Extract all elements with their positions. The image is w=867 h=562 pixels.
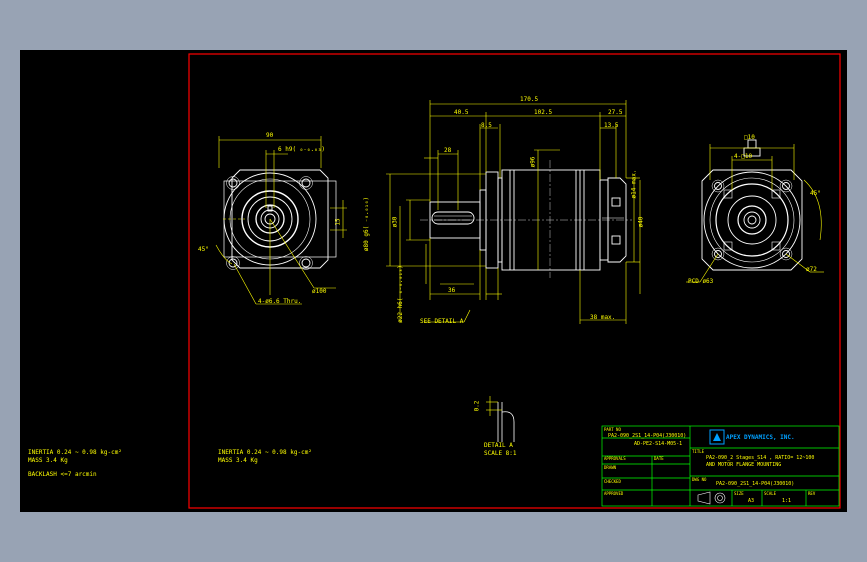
tb-scale: 1:1: [782, 498, 792, 504]
front-dim-top: 90: [266, 132, 274, 139]
side-dim-left: 40.5: [454, 109, 469, 116]
detail-scale: SCALE 8:1: [484, 450, 517, 457]
tb-dwg-label: DWG NO: [692, 477, 707, 482]
tb-checked-label: CHECKED: [604, 479, 621, 484]
side-dim-flange: ø80 g6( ₋₀.₀₁₀): [363, 196, 371, 252]
tb-part-no-label: PART NO: [604, 427, 621, 432]
front-view-dimensions: [215, 136, 347, 305]
side-dim-key-len: 28: [444, 147, 452, 154]
front-dim-angle: 45°: [198, 246, 209, 253]
rear-dim-outer: ø72: [806, 266, 817, 273]
tb-title-2: AND MOTOR FLANGE MOUNTING: [706, 462, 782, 468]
front-dim-pcd: ø100: [312, 288, 327, 295]
side-dim-overall: 170.5: [520, 96, 539, 103]
tb-approvals-label: APPROVALS: [604, 456, 626, 461]
tb-size-label: SIZE: [734, 491, 744, 496]
left-backlash-note: BACKLASH <=7 arcmin: [28, 471, 97, 478]
company-logo: [709, 429, 725, 445]
side-dim-bore: ø30: [391, 216, 399, 228]
side-detail-ref: SEE DETAIL A: [420, 318, 464, 325]
shaft-key: [431, 211, 475, 225]
front-flange-outline: [231, 169, 329, 269]
rear-dim-top: □10: [744, 134, 755, 141]
tb-date-label: DATE: [654, 456, 664, 461]
tb-rev-label: REV: [808, 491, 816, 496]
front-bolt-hole: [301, 258, 311, 268]
side-dim-mid: 102.5: [534, 109, 553, 116]
side-view-dimensions: [386, 100, 641, 324]
tb-dwg-no: PA2-090_2S1_14-P04(J30010): [716, 481, 795, 487]
left-mass-note: MASS 3.4 Kg: [28, 457, 68, 464]
detail-dim: 0.2: [473, 400, 481, 412]
tb-part-no-1: PA2-090_2S1_14-P04(J30010): [608, 433, 687, 439]
front-dim-right: 15: [334, 218, 342, 226]
cad-canvas[interactable]: INERTIA 0.24 ~ 0.98 kg-cm² MASS 3.4 Kg B…: [20, 50, 847, 512]
tb-approved-label: APPROVED: [604, 491, 624, 496]
rear-dim-angle: 45°: [810, 190, 821, 197]
side-dim-small-b: 13.5: [604, 122, 619, 129]
tb-part-no-2: AD-PE2-S14-M05-1: [634, 441, 683, 447]
front-dim-key: 6 h9( ₀₋₀.₀₃): [278, 146, 325, 153]
rear-dim-width: 4-□10: [734, 153, 753, 160]
tb-drawn-label: DRAWN: [604, 465, 617, 470]
tb-scale-label: SCALE: [764, 491, 777, 496]
side-dim-right: 27.5: [608, 109, 623, 116]
cad-drawing: [188, 53, 841, 509]
side-dim-input-len: 38 max.: [590, 314, 616, 321]
tb-company: APEX DYNAMICS, INC.: [726, 434, 795, 441]
rear-dim-pcd: PCD ø63: [688, 278, 714, 285]
side-dim-body: ø96: [529, 156, 537, 168]
inner-inertia-note: INERTIA 0.24 ~ 0.98 kg-cm²: [218, 449, 312, 456]
side-dim-input: ø14 max.: [630, 169, 638, 199]
side-dim-small-a: 8.5: [481, 122, 492, 129]
detail-a: [486, 396, 515, 442]
front-dim-holes: 4-ø6.6 Thru.: [258, 298, 302, 305]
tb-title-1: PA2-090_2 Stages_S14 , RATIO= 12~100: [706, 455, 815, 461]
inner-mass-note: MASS 3.4 Kg: [218, 457, 258, 464]
rear-body-circle: [703, 171, 801, 269]
detail-title: DETAIL A: [484, 442, 513, 449]
side-dim-shaft: ø22 h6( ₀₋₀.₀₁₃): [396, 265, 404, 323]
front-bolt-hole: [228, 178, 238, 188]
left-inertia-note: INERTIA 0.24 ~ 0.98 kg-cm²: [28, 449, 122, 456]
projection-symbol: [697, 491, 726, 505]
tb-title-label: TITLE: [692, 449, 705, 454]
front-bolt-hole: [301, 178, 311, 188]
front-view: [223, 169, 337, 270]
tb-size: A3: [748, 498, 755, 504]
side-dim-shaft-len: 36: [448, 287, 456, 294]
side-dim-input-b: ø40: [637, 216, 645, 228]
